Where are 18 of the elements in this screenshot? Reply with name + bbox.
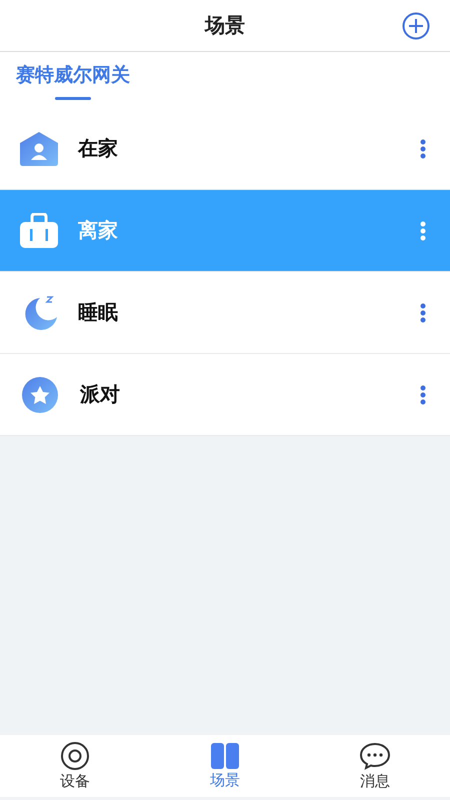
suitcase-icon (20, 212, 58, 248)
house-person-icon (20, 132, 58, 166)
scene-name: 离家 (78, 217, 119, 244)
chat-bubble-icon (359, 742, 391, 770)
scene-row[interactable]: 睡眠 (0, 272, 450, 354)
scene-name: 睡眠 (78, 299, 119, 326)
scene-name: 派对 (80, 381, 121, 408)
nav-tab[interactable]: 消息 (300, 735, 450, 797)
panels-icon (211, 742, 239, 768)
gateway-tab[interactable]: 赛特威尔网关 (16, 62, 130, 100)
add-icon[interactable] (402, 12, 430, 40)
scene-name: 在家 (78, 135, 119, 162)
scene-row[interactable]: 派对 (0, 354, 450, 436)
nav-tab[interactable]: 场景 (150, 735, 300, 797)
screen-title: 场景 (205, 12, 245, 39)
nav-tab[interactable]: 设备 (0, 735, 150, 797)
target-icon (60, 742, 90, 770)
scene-row[interactable]: 在家 (0, 108, 450, 190)
